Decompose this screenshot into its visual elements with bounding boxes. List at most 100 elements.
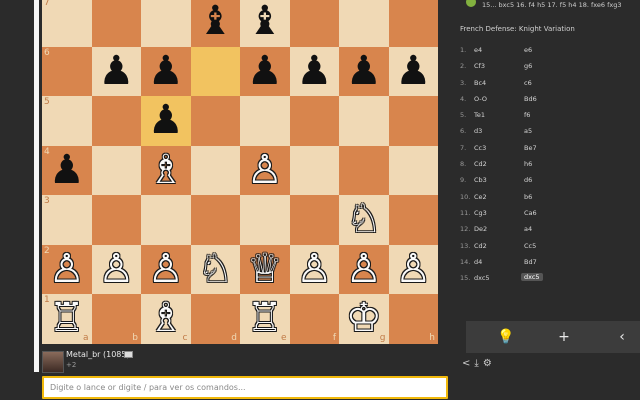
- white-move[interactable]: Cg3: [474, 209, 487, 217]
- black-move[interactable]: h6: [521, 160, 535, 168]
- square-d1[interactable]: d: [190, 294, 240, 344]
- black-move[interactable]: g6: [521, 62, 535, 70]
- white-move[interactable]: dxc5: [474, 274, 490, 282]
- square-c3[interactable]: [141, 195, 191, 245]
- white-move[interactable]: Cf3: [474, 62, 485, 70]
- square-g6[interactable]: ♟: [339, 46, 389, 96]
- square-g5[interactable]: [339, 96, 389, 146]
- white-move[interactable]: Bc4: [474, 79, 486, 87]
- black-move[interactable]: a5: [521, 127, 535, 135]
- square-f3[interactable]: [289, 195, 339, 245]
- black-move[interactable]: Ca6: [521, 209, 540, 217]
- square-b6[interactable]: ♟: [91, 46, 142, 97]
- square-b2[interactable]: ♙: [91, 244, 142, 295]
- square-c7[interactable]: [141, 0, 191, 47]
- square-h6[interactable]: ♟: [388, 46, 438, 96]
- square-a1[interactable]: 1 a ♖: [42, 294, 92, 344]
- black-pawn-b6[interactable]: ♟: [92, 47, 142, 97]
- square-e6[interactable]: ♟: [240, 46, 290, 97]
- white-knight-d2[interactable]: ♘: [191, 245, 241, 295]
- white-move[interactable]: d4: [474, 258, 482, 266]
- hint-lightbulb-icon[interactable]: 💡: [486, 321, 526, 353]
- settings-gear-icon[interactable]: ⚙: [483, 358, 492, 369]
- white-move[interactable]: De2: [474, 225, 487, 233]
- command-input[interactable]: [42, 376, 448, 399]
- square-a7[interactable]: 7: [42, 0, 92, 47]
- square-h2[interactable]: ♙: [388, 244, 438, 294]
- square-g1[interactable]: g ♔: [339, 294, 389, 344]
- black-bishop-d7[interactable]: ♝: [191, 0, 241, 47]
- black-move[interactable]: Bd7: [521, 258, 540, 266]
- black-move[interactable]: Cc5: [521, 242, 539, 250]
- square-f7[interactable]: [289, 0, 339, 47]
- black-move[interactable]: b6: [521, 193, 535, 201]
- square-a6[interactable]: 6: [42, 46, 92, 96]
- square-c6[interactable]: ♟: [141, 46, 191, 97]
- white-rook-a1[interactable]: ♖: [42, 294, 92, 344]
- avatar[interactable]: [42, 351, 64, 373]
- square-h7[interactable]: [388, 0, 438, 47]
- player-username[interactable]: Metal_br: [66, 350, 100, 359]
- black-pawn-e6[interactable]: ♟: [240, 47, 290, 97]
- square-f2[interactable]: ♙: [289, 244, 340, 295]
- square-g2[interactable]: ♙: [339, 244, 389, 295]
- square-a3[interactable]: 3: [42, 195, 92, 245]
- white-queen-e2[interactable]: ♕: [240, 245, 290, 295]
- white-pawn-e4[interactable]: ♙: [240, 146, 290, 196]
- square-c2[interactable]: ♙: [141, 244, 191, 295]
- black-move[interactable]: f6: [521, 111, 533, 119]
- square-g4[interactable]: [339, 145, 389, 195]
- square-f4[interactable]: [289, 145, 339, 195]
- previous-chevron-icon[interactable]: ‹: [602, 321, 640, 353]
- white-move[interactable]: Cb3: [474, 176, 487, 184]
- square-b4[interactable]: [91, 145, 141, 195]
- white-pawn-g2[interactable]: ♙: [339, 245, 389, 295]
- square-h3[interactable]: [388, 195, 438, 245]
- share-icon[interactable]: <: [462, 358, 470, 369]
- black-pawn-a4[interactable]: ♟: [42, 146, 92, 196]
- white-pawn-b2[interactable]: ♙: [92, 245, 142, 295]
- square-d3[interactable]: [190, 195, 240, 245]
- white-pawn-f2[interactable]: ♙: [290, 245, 340, 295]
- square-b7[interactable]: [91, 0, 141, 47]
- square-e4[interactable]: ♙: [240, 145, 290, 196]
- white-knight-g3[interactable]: ♘: [339, 195, 389, 245]
- current-move[interactable]: dxc5: [521, 273, 543, 282]
- square-h1[interactable]: h: [388, 294, 438, 344]
- square-h5[interactable]: [388, 96, 438, 146]
- white-bishop-c1[interactable]: ♗: [141, 294, 191, 344]
- white-king-g1[interactable]: ♔: [339, 294, 389, 344]
- square-f5[interactable]: [289, 96, 339, 146]
- square-a5[interactable]: 5: [42, 96, 92, 146]
- white-move[interactable]: d3: [474, 127, 482, 135]
- white-move[interactable]: Cd2: [474, 242, 487, 250]
- square-d2[interactable]: ♘: [190, 244, 241, 295]
- square-c4[interactable]: ♗: [141, 145, 191, 196]
- square-e5[interactable]: [240, 96, 290, 146]
- white-move[interactable]: Ce2: [474, 193, 487, 201]
- black-pawn-c6[interactable]: ♟: [141, 47, 191, 97]
- white-pawn-c2[interactable]: ♙: [141, 245, 191, 295]
- square-b1[interactable]: b: [91, 294, 141, 344]
- square-e1[interactable]: e ♖: [240, 294, 290, 344]
- square-e7[interactable]: ♝: [240, 0, 290, 47]
- square-d7[interactable]: ♝: [190, 0, 241, 47]
- black-bishop-e7[interactable]: ♝: [240, 0, 290, 47]
- black-move[interactable]: Be7: [521, 144, 540, 152]
- square-g3[interactable]: ♘: [339, 195, 389, 245]
- square-f1[interactable]: f: [289, 294, 339, 344]
- white-bishop-c4[interactable]: ♗: [141, 146, 191, 196]
- square-d6[interactable]: [190, 46, 240, 96]
- square-h4[interactable]: [388, 145, 438, 195]
- white-move[interactable]: Cd2: [474, 160, 487, 168]
- add-icon[interactable]: +: [544, 321, 584, 353]
- white-rook-e1[interactable]: ♖: [240, 294, 290, 344]
- square-c5[interactable]: ♟: [141, 96, 191, 146]
- square-a2[interactable]: 2 ♙: [42, 244, 92, 294]
- square-c1[interactable]: c ♗: [141, 294, 191, 344]
- square-b5[interactable]: [91, 96, 141, 146]
- download-icon[interactable]: ⤓: [474, 358, 478, 369]
- black-move[interactable]: Bd6: [521, 95, 540, 103]
- square-a4[interactable]: 4 ♟: [42, 145, 92, 196]
- square-g7[interactable]: [339, 0, 389, 47]
